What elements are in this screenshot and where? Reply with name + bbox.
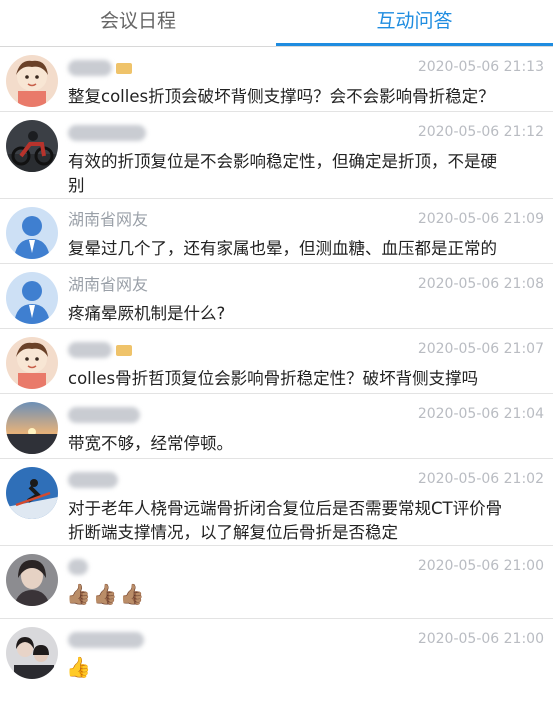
list-item[interactable]: 2020-05-06 21:13 整复colles折顶会破坏背侧支撑吗？会不会影…: [0, 47, 553, 112]
active-tab-indicator: [276, 43, 553, 46]
motorcycle-photo-avatar[interactable]: [6, 120, 58, 172]
skier-photo-avatar[interactable]: [6, 467, 58, 519]
comment-text: 带宽不够，经常停顿。: [68, 434, 233, 453]
thumbs-up-icon: 👍: [66, 655, 93, 679]
tab-bar: 会议日程 互动问答: [0, 0, 553, 47]
list-item[interactable]: 2020-05-06 21:04 带宽不够，经常停顿。: [0, 394, 553, 459]
cartoon-boy-avatar[interactable]: [6, 337, 58, 389]
author-name: [68, 629, 144, 651]
list-item[interactable]: 湖南省网友 2020-05-06 21:08 疼痛晕厥机制是什么?: [0, 264, 553, 329]
author-name: [68, 469, 118, 491]
list-item[interactable]: 2020-05-06 21:00 👍🏽👍🏽👍🏽: [0, 546, 553, 619]
list-item[interactable]: 湖南省网友 2020-05-06 21:09 复晕过几个了，还有家属也晕，但测血…: [0, 199, 553, 264]
comment-text: 有效的折顶复位是不会影响稳定性，但确定是折顶，不是硬 别: [68, 152, 497, 195]
couple-photo-avatar[interactable]: [6, 627, 58, 679]
vip-badge-icon: [116, 345, 132, 356]
author-name: [68, 404, 140, 426]
comment-text: 整复colles折顶会破坏背侧支撑吗？会不会影响骨折稳定？: [68, 87, 495, 106]
default-person-avatar[interactable]: [6, 207, 58, 259]
blurred-name: [68, 559, 88, 575]
author-name: [68, 339, 132, 361]
list-item[interactable]: 2020-05-06 21:02 对于老年人桡骨远端骨折闭合复位后是否需要常规C…: [0, 459, 553, 546]
blurred-name: [68, 125, 146, 141]
timestamp: 2020-05-06 21:00: [417, 631, 544, 647]
vip-badge-icon: [116, 63, 132, 74]
list-item[interactable]: 2020-05-06 21:12 有效的折顶复位是不会影响稳定性，但确定是折顶，…: [0, 112, 553, 199]
author-name: [68, 57, 132, 79]
comment-text: colles骨折哲顶复位会影响骨折稳定性？破坏背侧支撑吗: [68, 369, 479, 388]
timestamp: 2020-05-06 21:02: [417, 471, 544, 487]
timestamp: 2020-05-06 21:09: [417, 211, 544, 227]
list-item[interactable]: 2020-05-06 21:00 👍: [0, 619, 553, 707]
timestamp: 2020-05-06 21:13: [417, 59, 544, 75]
thumbs-up-icon: 👍🏽👍🏽👍🏽: [66, 582, 147, 606]
comment-text: 对于老年人桡骨远端骨折闭合复位后是否需要常规CT评价骨 折断端支撑情况，以了解复…: [68, 499, 503, 542]
author-name: 湖南省网友: [68, 275, 149, 294]
blurred-name: [68, 632, 144, 648]
portrait-photo-avatar[interactable]: [6, 554, 58, 606]
author-name: 湖南省网友: [68, 210, 149, 229]
timestamp: 2020-05-06 21:07: [417, 341, 544, 357]
timestamp: 2020-05-06 21:12: [417, 124, 544, 140]
blurred-name: [68, 342, 112, 358]
author-name: [68, 122, 146, 144]
blurred-name: [68, 60, 112, 76]
cartoon-boy-avatar[interactable]: [6, 55, 58, 107]
blurred-name: [68, 407, 140, 423]
author-name: [68, 556, 88, 578]
tab-qa[interactable]: 互动问答: [276, 0, 553, 46]
tab-qa-label: 互动问答: [376, 10, 453, 32]
list-item[interactable]: 2020-05-06 21:07 colles骨折哲顶复位会影响骨折稳定性？破坏…: [0, 329, 553, 394]
sunset-photo-avatar[interactable]: [6, 402, 58, 454]
timestamp: 2020-05-06 21:04: [417, 406, 544, 422]
timestamp: 2020-05-06 21:00: [417, 558, 544, 574]
comment-list: 2020-05-06 21:13 整复colles折顶会破坏背侧支撑吗？会不会影…: [0, 47, 553, 707]
default-person-avatar[interactable]: [6, 272, 58, 324]
comment-text: 复晕过几个了，还有家属也晕，但测血糖、血压都是正常的: [68, 239, 497, 258]
timestamp: 2020-05-06 21:08: [417, 276, 544, 292]
blurred-name: [68, 472, 118, 488]
comment-text: 疼痛晕厥机制是什么?: [68, 304, 226, 323]
tab-schedule[interactable]: 会议日程: [0, 0, 276, 46]
